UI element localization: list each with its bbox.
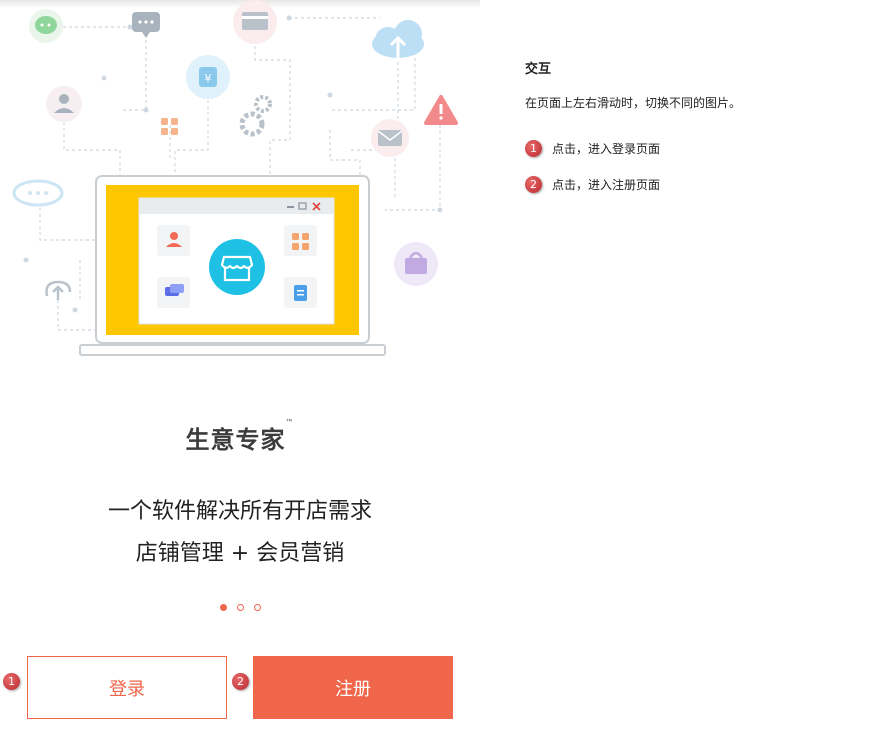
- tagline-primary: 一个软件解决所有开店需求: [107, 499, 372, 524]
- card-icon: [233, 0, 277, 44]
- upload-icon: [45, 280, 72, 300]
- user-icon: [46, 86, 82, 122]
- note-text-login: 点击，进入登录页面: [552, 142, 661, 156]
- svg-text:¥: ¥: [205, 72, 212, 85]
- note-marker-2: 2: [525, 176, 542, 193]
- interaction-notes: 交互 在页面上左右滑动时，切换不同的图片。 1 点击，进入登录页面 2 点击，进…: [525, 58, 865, 193]
- tagline-secondary: 店铺管理 + 会员营销: [135, 541, 345, 566]
- gear-icon: [239, 95, 272, 137]
- mail-icon: [371, 119, 409, 157]
- note-item-login: 1 点击，进入登录页面: [525, 140, 660, 157]
- carousel-dot-2[interactable]: [236, 604, 244, 611]
- chat-icon: [29, 9, 63, 43]
- notes-title: 交互: [525, 62, 552, 77]
- login-button[interactable]: 登录: [27, 656, 227, 719]
- welcome-illustration[interactable]: ¥: [0, 0, 480, 370]
- brand-logo: 生意专家™: [185, 418, 295, 454]
- notes-description: 在页面上左右滑动时，切换不同的图片。: [525, 96, 742, 110]
- currency-icon: ¥: [186, 55, 230, 99]
- carousel-indicator: [0, 604, 480, 611]
- note-marker-1: 1: [525, 140, 542, 157]
- shopping-bag-icon: [394, 242, 438, 286]
- annotation-marker-2: 2: [232, 673, 249, 690]
- carousel-dot-3[interactable]: [253, 604, 261, 611]
- note-text-register: 点击，进入注册页面: [552, 178, 661, 192]
- cloud-upload-icon: [372, 20, 424, 58]
- store-icon: [209, 239, 265, 295]
- message-icon: [132, 12, 160, 38]
- phone-screen[interactable]: ¥ 生意专家™ 一个软件解决所有开店需求 店铺管理 + 会员营销 登录 注册: [0, 0, 480, 750]
- register-button[interactable]: 注册: [253, 656, 453, 719]
- warning-icon: [424, 95, 458, 125]
- carousel-dot-1[interactable]: [219, 604, 227, 611]
- cloud-chat-icon: [12, 179, 64, 207]
- note-item-register: 2 点击，进入注册页面: [525, 176, 660, 193]
- annotation-marker-1: 1: [3, 673, 20, 690]
